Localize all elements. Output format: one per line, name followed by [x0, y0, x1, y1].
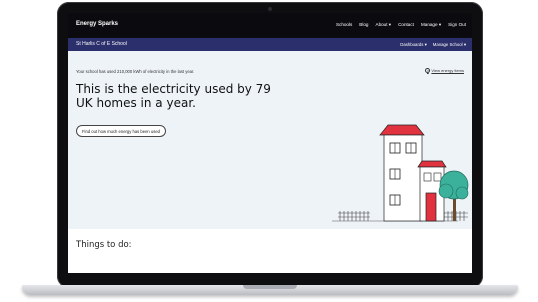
laptop-screen: Energy Sparks Schools Blog About ▾ Conta… [68, 13, 472, 273]
question-circle-icon: ? [425, 68, 431, 73]
school-navbar: St Harlis C of E School Dashboards ▾ Man… [68, 38, 472, 51]
house-illustration [332, 124, 469, 222]
nav-link-contact[interactable]: Contact [398, 22, 414, 28]
equivalence-headline: This is the electricity used by 79 UK ho… [76, 82, 271, 110]
laptop-base-notch [243, 285, 297, 289]
things-to-do-heading: Things to do: [76, 240, 132, 250]
school-name-link[interactable]: St Harlis C of E School [76, 41, 127, 47]
house-body [379, 124, 447, 222]
top-navbar: Energy Sparks Schools Blog About ▾ Conta… [68, 13, 472, 38]
hero-panel: Your school has used 210,000 kWh of elec… [68, 51, 472, 229]
webcam [268, 7, 272, 11]
nav-link-sign-out[interactable]: Sign Out [448, 22, 466, 28]
usage-intro-text: Your school has used 210,000 kWh of elec… [76, 69, 195, 74]
things-to-do-section: Things to do: [68, 229, 472, 273]
nav-link-about[interactable]: About ▾ [376, 22, 392, 28]
dashboards-dropdown[interactable]: Dashboards ▾ [400, 42, 427, 48]
manage-school-dropdown[interactable]: Manage School ▾ [433, 42, 466, 48]
top-nav-links: Schools Blog About ▾ Contact Manage ▾ Si… [336, 22, 466, 28]
brand-logo[interactable]: Energy Sparks [76, 21, 118, 27]
more-info-link[interactable]: ? View energy items [425, 68, 464, 73]
school-nav-links: Dashboards ▾ Manage School ▾ [400, 42, 466, 48]
nav-link-manage[interactable]: Manage ▾ [421, 22, 441, 28]
nav-link-blog[interactable]: Blog [359, 22, 368, 28]
nav-link-schools[interactable]: Schools [336, 22, 352, 28]
more-info-label: View energy items [431, 68, 464, 73]
find-out-button[interactable]: Find out how much energy has been used [76, 125, 166, 137]
